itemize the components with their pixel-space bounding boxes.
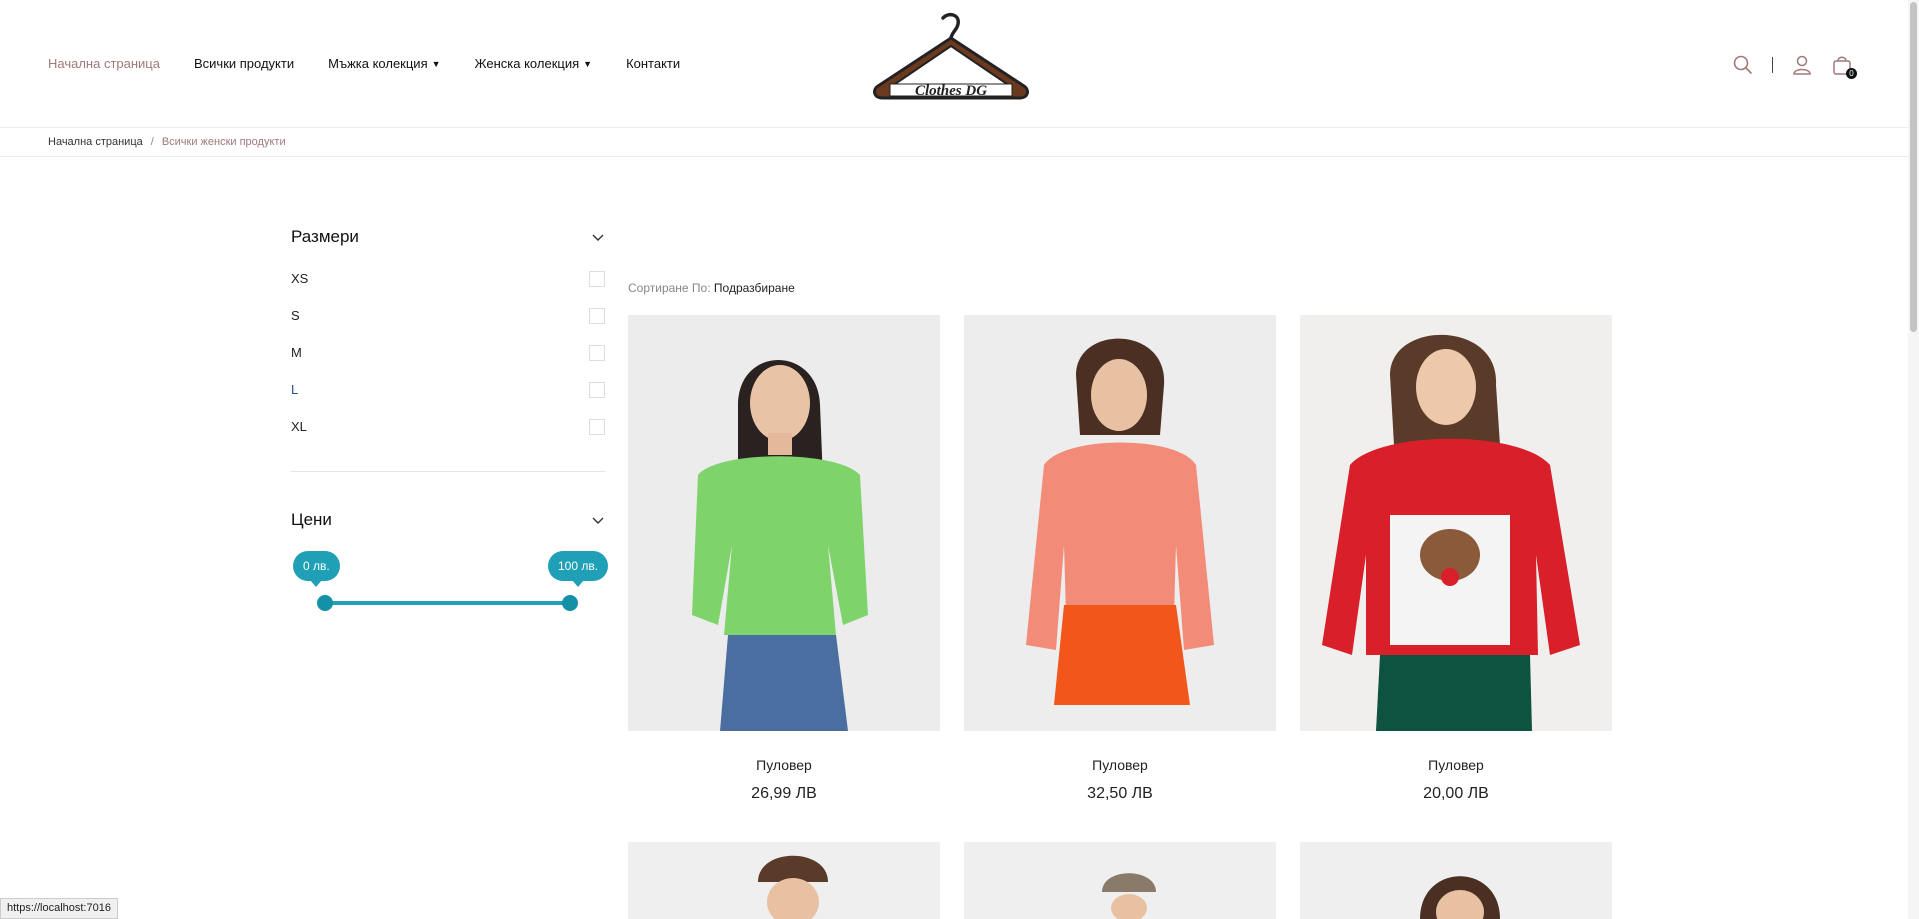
filter-divider	[291, 471, 605, 472]
product-name[interactable]: Пуловер	[628, 757, 940, 773]
filter-sidebar: Размери XS S M L XL Цени 0 лв. 100 лв.	[291, 222, 609, 621]
product-image[interactable]	[1300, 842, 1612, 919]
nav-contacts-label: Контакти	[626, 56, 681, 71]
size-option-xl[interactable]: XL	[291, 408, 605, 445]
price-min-tooltip: 0 лв.	[293, 551, 340, 587]
size-label: XL	[291, 419, 307, 434]
status-bar-url: https://localhost:7016	[0, 898, 118, 919]
cart-count-badge: 0	[1846, 68, 1857, 79]
chevron-down-icon	[592, 234, 604, 241]
search-icon[interactable]	[1732, 54, 1754, 76]
size-label: L	[291, 382, 299, 397]
product-card[interactable]	[1300, 842, 1612, 919]
scrollbar-thumb[interactable]	[1910, 2, 1917, 332]
size-checkbox[interactable]	[589, 418, 605, 435]
size-label: XS	[291, 271, 309, 286]
price-filter-title: Цени	[291, 510, 332, 529]
price-max-handle[interactable]	[562, 595, 578, 611]
breadcrumb-separator: /	[150, 136, 154, 148]
product-image[interactable]	[1300, 315, 1612, 731]
size-label: S	[291, 308, 300, 323]
size-checkbox[interactable]	[589, 381, 605, 398]
price-filter-header[interactable]: Цени	[291, 505, 605, 535]
product-card[interactable]: Пуловер 32,50 ЛВ	[964, 315, 1276, 803]
nav-all-products-label: Всички продукти	[193, 56, 295, 71]
sort-label: Сортиране По:	[628, 281, 711, 295]
sizes-filter-title: Размери	[291, 227, 359, 246]
product-card[interactable]: Пуловер 20,00 ЛВ	[1300, 315, 1612, 803]
product-image[interactable]	[964, 315, 1276, 731]
sizes-filter-header[interactable]: Размери	[291, 222, 605, 252]
product-card[interactable]: Пуловер 26,99 ЛВ	[628, 315, 940, 803]
slider-track	[324, 601, 570, 605]
nav-home[interactable]: Начална страница	[48, 56, 160, 71]
breadcrumb: Начална страница / Всички женски продукт…	[48, 136, 286, 148]
header-divider	[1772, 57, 1773, 73]
price-min-handle[interactable]	[317, 595, 333, 611]
price-filter: Цени 0 лв. 100 лв.	[291, 505, 609, 621]
nav-contacts[interactable]: Контакти	[626, 56, 680, 71]
svg-text:Clothes DG: Clothes DG	[915, 83, 987, 99]
nav-home-label: Начална страница	[48, 56, 160, 71]
size-option-xs[interactable]: XS	[291, 260, 605, 297]
size-label: M	[291, 345, 302, 360]
breadcrumb-home[interactable]: Начална страница	[48, 136, 143, 148]
nav-men-collection[interactable]: Мъжка колекция ▼	[328, 56, 440, 71]
product-card[interactable]	[964, 842, 1276, 919]
sort-value: Подразбиране	[713, 281, 795, 295]
main-nav: Начална страница Всички продукти Мъжка к…	[48, 56, 680, 71]
size-options: XS S M L XL	[291, 260, 605, 445]
breadcrumb-bar: Начална страница / Всички женски продукт…	[0, 128, 1908, 157]
product-image[interactable]	[628, 315, 940, 731]
nav-women-collection[interactable]: Женска колекция ▼	[475, 56, 593, 71]
product-card[interactable]	[628, 842, 940, 919]
header-icons: 0	[1732, 54, 1857, 79]
size-checkbox[interactable]	[589, 270, 605, 287]
size-checkbox[interactable]	[589, 307, 605, 324]
size-checkbox[interactable]	[589, 344, 605, 361]
site-logo[interactable]: Clothes DG	[868, 12, 1034, 112]
product-image[interactable]	[628, 842, 940, 919]
product-price: 32,50 ЛВ	[1087, 785, 1153, 802]
size-option-l[interactable]: L	[291, 371, 605, 408]
product-price: 20,00 ЛВ	[1423, 785, 1489, 802]
product-name[interactable]: Пуловер	[1300, 757, 1612, 773]
sort-selector[interactable]: Сортиране По: Подразбиране	[628, 281, 795, 295]
hanger-logo-icon: Clothes DG	[873, 12, 1029, 100]
nav-men-label: Мъжка колекция	[328, 56, 428, 71]
site-header: Начална страница Всички продукти Мъжка к…	[0, 0, 1908, 128]
chevron-down-icon	[592, 517, 604, 524]
user-icon[interactable]	[1791, 54, 1813, 76]
product-image[interactable]	[964, 842, 1276, 919]
price-max-tooltip: 100 лв.	[548, 551, 609, 587]
product-name[interactable]: Пуловер	[964, 757, 1276, 773]
cart-icon[interactable]: 0	[1831, 54, 1857, 79]
nav-all-products[interactable]: Всички продукти	[194, 56, 294, 71]
price-range-slider[interactable]: 0 лв. 100 лв.	[291, 551, 609, 621]
page-scrollbar[interactable]	[1908, 0, 1919, 919]
size-option-m[interactable]: M	[291, 334, 605, 371]
caret-down-icon: ▼	[431, 58, 441, 69]
product-price: 26,99 ЛВ	[751, 785, 817, 802]
nav-women-label: Женска колекция	[474, 56, 580, 71]
breadcrumb-current: Всички женски продукти	[161, 136, 286, 148]
size-option-s[interactable]: S	[291, 297, 605, 334]
caret-down-icon: ▼	[583, 58, 593, 69]
